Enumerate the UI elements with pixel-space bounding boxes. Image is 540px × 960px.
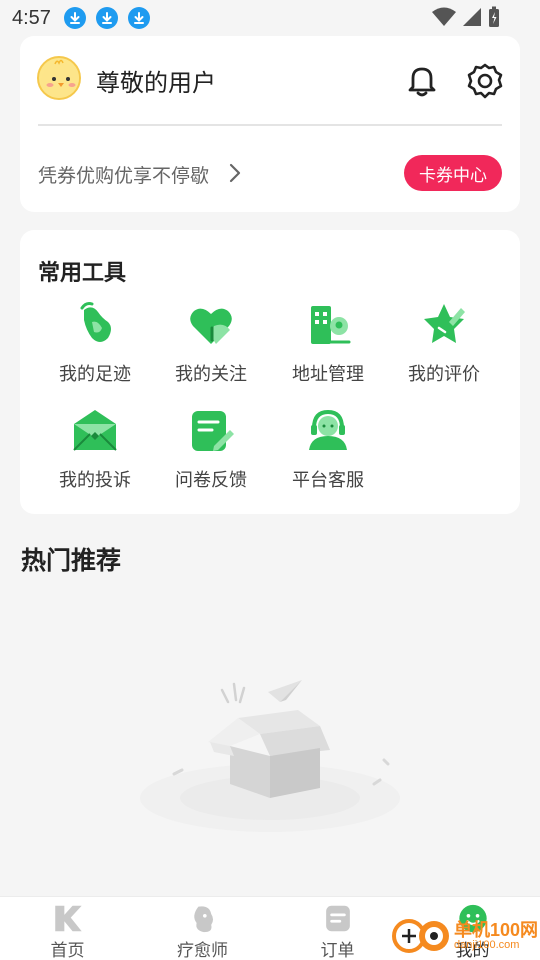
username: 尊敬的用户: [96, 70, 216, 97]
tools-title: 常用工具: [38, 260, 127, 285]
download-icon: [127, 7, 150, 29]
tool-label: 地址管理: [292, 364, 364, 384]
location-building-icon: [311, 306, 351, 344]
tool-review[interactable]: 我的评价: [386, 300, 502, 392]
watermark-text: 单机100网: [454, 920, 539, 940]
status-bar: 4:57: [0, 0, 540, 36]
tool-survey[interactable]: 问卷反馈: [153, 406, 269, 498]
home-k-icon: [54, 905, 82, 932]
bell-icon[interactable]: [404, 62, 440, 98]
watermark-logo: [392, 919, 449, 953]
tool-customer-service[interactable]: 平台客服: [270, 406, 386, 498]
tool-label: 平台客服: [292, 470, 364, 490]
tool-complaint[interactable]: 我的投诉: [37, 406, 153, 498]
watermark: 单机100网 danji100.com: [392, 916, 538, 956]
tab-label: 订单: [320, 941, 355, 960]
tool-address[interactable]: 地址管理: [270, 300, 386, 392]
tool-label: 我的投诉: [59, 470, 131, 490]
tool-follow[interactable]: 我的关注: [153, 300, 269, 392]
user-card: 尊敬的用户 凭券优购优享不停歇 卡券中心: [20, 36, 520, 212]
tools-card: 常用工具 我的足迹 我的关注 地址管理 我的评价 我的投诉 问卷反馈 平台客服: [20, 230, 520, 514]
heart-icon: [190, 308, 232, 344]
tab-order[interactable]: 订单: [270, 897, 405, 960]
footprint-icon: [80, 302, 111, 342]
tool-footprint[interactable]: 我的足迹: [37, 300, 153, 392]
empty-box-icon: [140, 680, 400, 832]
tool-label: 我的关注: [175, 364, 247, 384]
tab-therapist[interactable]: 疗愈师: [135, 897, 270, 960]
signal-icon: [463, 8, 481, 26]
customer-service-icon: [309, 409, 347, 450]
tool-label: 我的足迹: [59, 364, 131, 384]
tab-label: 疗愈师: [177, 941, 228, 960]
gear-icon[interactable]: [466, 62, 504, 100]
tab-home[interactable]: 首页: [0, 897, 135, 960]
status-time: 4:57: [12, 6, 51, 29]
download-icon: [95, 7, 118, 29]
watermark-url: danji100.com: [454, 939, 520, 951]
form-icon: [192, 411, 234, 451]
battery-icon: [489, 6, 499, 27]
voucher-promo-text[interactable]: 凭券优购优享不停歇: [38, 161, 209, 188]
download-icon: [63, 7, 86, 29]
tool-label: 我的评价: [408, 364, 480, 384]
order-icon: [325, 905, 350, 932]
envelope-icon: [73, 410, 117, 451]
recommend-title: 热门推荐: [21, 547, 122, 575]
divider: [38, 124, 502, 126]
status-right-icons: [432, 6, 500, 28]
wifi-icon: [432, 7, 456, 26]
chevron-right-icon[interactable]: [228, 163, 242, 183]
chick-avatar[interactable]: [37, 56, 81, 100]
tool-label: 问卷反馈: [175, 470, 247, 490]
star-pen-icon: [424, 304, 465, 343]
therapist-icon: [193, 906, 213, 933]
coupon-center-button[interactable]: 卡券中心: [404, 155, 502, 191]
tab-label: 首页: [50, 941, 85, 960]
